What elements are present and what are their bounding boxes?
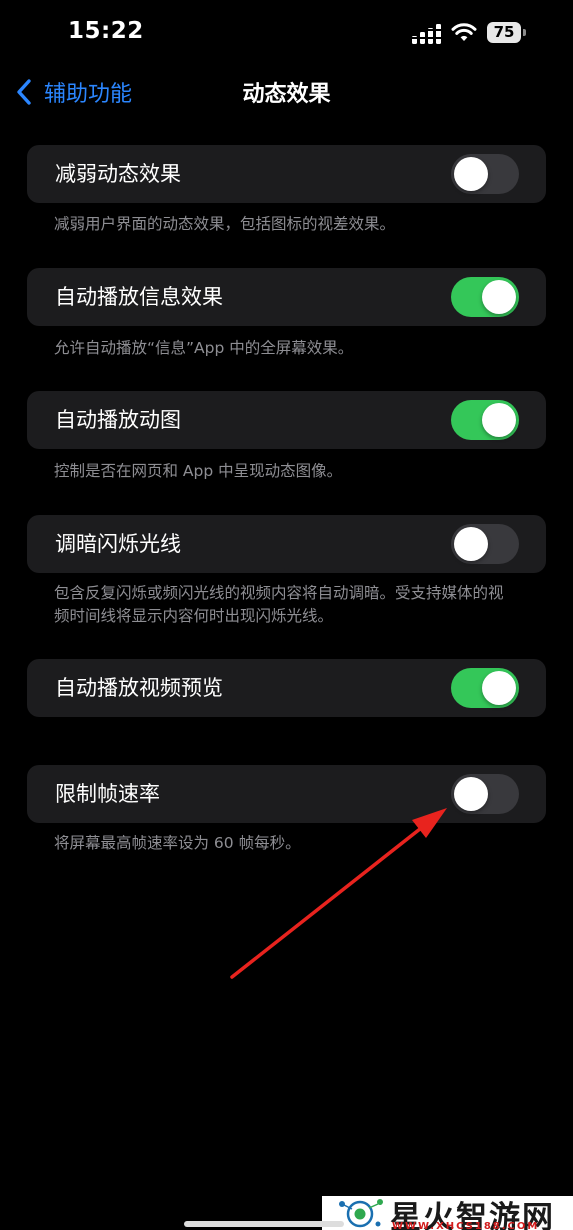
setting-row-auto-play-message-effects: 自动播放信息效果 — [27, 268, 546, 326]
auto-play-video-previews-toggle[interactable] — [451, 668, 519, 708]
setting-row-dim-flashing-lights: 调暗闪烁光线 — [27, 515, 546, 573]
page-title: 动态效果 — [242, 82, 331, 107]
setting-description: 控制是否在网页和 App 中呈现动态图像。 — [54, 462, 343, 480]
auto-play-message-effects-toggle[interactable] — [451, 277, 519, 317]
setting-row-reduce-motion: 减弱动态效果 — [27, 145, 546, 203]
battery-icon: 75 — [487, 22, 527, 43]
watermark-url: WWW.XHCS188.COM — [392, 1221, 540, 1230]
cellular-signal-icon — [412, 24, 442, 44]
setting-row-auto-play-animated-images: 自动播放动图 — [27, 391, 546, 449]
limit-frame-rate-toggle[interactable] — [451, 774, 519, 814]
status-time: 15:22 — [68, 18, 144, 44]
screen: 15:22 75 辅助功能 动态效果 减弱动态效果 减弱用户界面的动态效果，包括… — [0, 0, 573, 1230]
setting-description: 允许自动播放“信息”App 中的全屏幕效果。 — [54, 339, 354, 357]
status-bar: 15:22 75 — [0, 0, 573, 64]
dim-flashing-lights-toggle[interactable] — [451, 524, 519, 564]
setting-label: 减弱动态效果 — [55, 162, 181, 186]
setting-label: 调暗闪烁光线 — [55, 532, 181, 556]
battery-level: 75 — [493, 23, 515, 41]
setting-description: 包含反复闪烁或频闪光线的视频内容将自动调暗。受支持媒体的视频时间线将显示内容何时… — [54, 584, 504, 625]
setting-label: 自动播放视频预览 — [55, 676, 223, 700]
setting-label: 自动播放动图 — [55, 408, 181, 432]
auto-play-animated-images-toggle[interactable] — [451, 400, 519, 440]
setting-row-auto-play-video-previews: 自动播放视频预览 — [27, 659, 546, 717]
setting-description: 将屏幕最高帧速率设为 60 帧每秒。 — [54, 834, 301, 852]
setting-description: 减弱用户界面的动态效果，包括图标的视差效果。 — [54, 215, 396, 233]
home-indicator[interactable] — [184, 1221, 344, 1227]
setting-label: 限制帧速率 — [55, 782, 160, 806]
wifi-icon — [451, 23, 477, 41]
setting-label: 自动播放信息效果 — [55, 285, 223, 309]
reduce-motion-toggle[interactable] — [451, 154, 519, 194]
setting-row-limit-frame-rate: 限制帧速率 — [27, 765, 546, 823]
watermark: 星火智游网 WWW.XHCS188.COM — [322, 1196, 573, 1230]
